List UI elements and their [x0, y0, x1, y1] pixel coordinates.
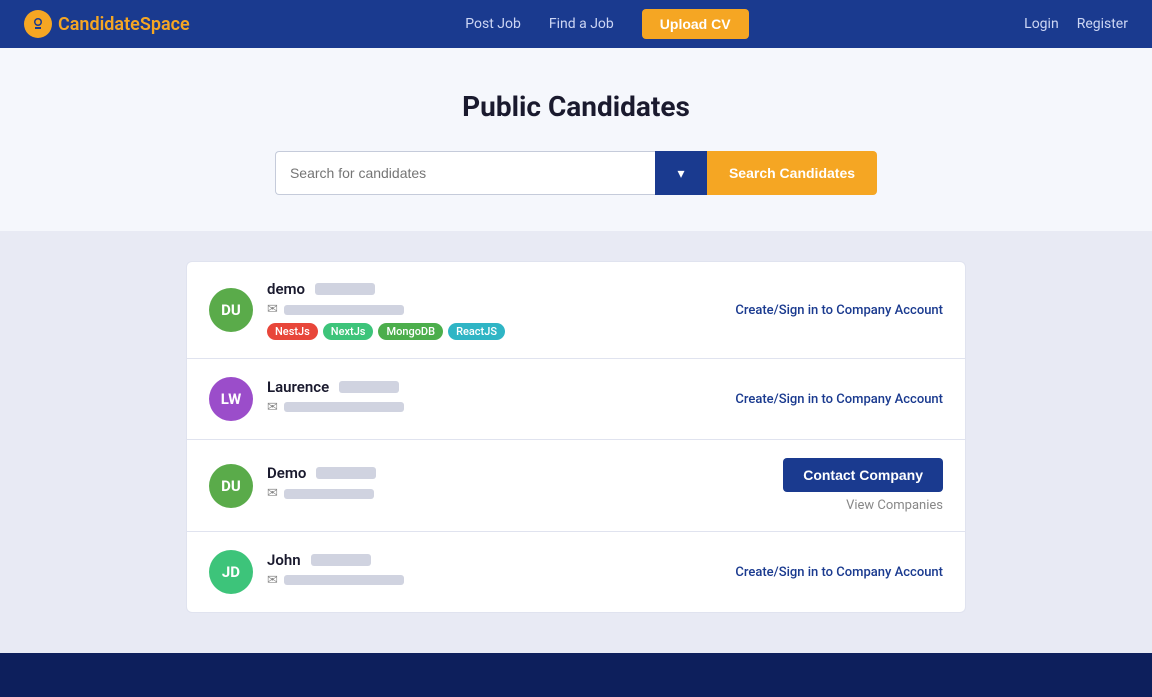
candidate-info-4: John ✉ [267, 551, 735, 594]
nav-register[interactable]: Register [1077, 16, 1128, 32]
candidate-info-2: Laurence ✉ [267, 378, 735, 421]
search-candidates-button[interactable]: Search Candidates [707, 151, 877, 195]
nav-login[interactable]: Login [1024, 16, 1059, 32]
tag-reactjs: ReactJS [448, 323, 505, 340]
sign-in-company-button-1[interactable]: Create/Sign in to Company Account [735, 303, 943, 318]
candidates-list: DU demo ✉ NestJs NextJs MongoDB ReactJS [186, 261, 966, 613]
filter-button[interactable]: ▾ [655, 151, 707, 195]
email-icon-1: ✉ [267, 302, 278, 317]
candidate-surname-2-blurred [339, 381, 399, 393]
hero-section: Public Candidates ▾ Search Candidates [0, 48, 1152, 231]
candidate-tags-1: NestJs NextJs MongoDB ReactJS [267, 323, 735, 340]
candidate-card-1: DU demo ✉ NestJs NextJs MongoDB ReactJS [186, 261, 966, 359]
candidate-name-1: demo [267, 280, 305, 298]
avatar-3: DU [209, 464, 253, 508]
candidate-surname-4-blurred [311, 554, 371, 566]
search-input[interactable] [275, 151, 655, 195]
candidate-card-4: JD John ✉ Create/Sign in to Company Acco… [186, 532, 966, 613]
candidate-action-1: Create/Sign in to Company Account [735, 303, 943, 318]
candidate-name-4: John [267, 551, 301, 569]
upload-cv-button[interactable]: Upload CV [642, 9, 749, 39]
filter-icon: ▾ [677, 165, 684, 182]
candidate-email-2-blurred [284, 402, 404, 412]
sign-in-company-button-4[interactable]: Create/Sign in to Company Account [735, 565, 943, 580]
avatar-4: JD [209, 550, 253, 594]
tag-nextjs: NextJs [323, 323, 374, 340]
navbar: CandidateSpace Post Job Find a Job Uploa… [0, 0, 1152, 48]
candidate-email-4-blurred [284, 575, 404, 585]
view-companies-link[interactable]: View Companies [846, 498, 943, 513]
page-title: Public Candidates [0, 90, 1152, 123]
tag-nestjs: NestJs [267, 323, 318, 340]
candidate-email-3-blurred [284, 489, 374, 499]
candidate-action-2: Create/Sign in to Company Account [735, 392, 943, 407]
avatar-1: DU [209, 288, 253, 332]
candidate-card-2: LW Laurence ✉ Create/Sign in to Company … [186, 359, 966, 440]
avatar-2: LW [209, 377, 253, 421]
candidate-surname-3-blurred [316, 467, 376, 479]
candidate-surname-1-blurred [315, 283, 375, 295]
candidate-card-3: DU Demo ✉ Contact Company View Companies [186, 440, 966, 532]
candidate-email-1-blurred [284, 305, 404, 315]
footer [0, 653, 1152, 697]
email-icon-4: ✉ [267, 573, 278, 588]
candidate-action-4: Create/Sign in to Company Account [735, 565, 943, 580]
candidate-info-3: Demo ✉ [267, 464, 783, 507]
brand-logo[interactable]: CandidateSpace [24, 10, 190, 38]
sign-in-company-button-2[interactable]: Create/Sign in to Company Account [735, 392, 943, 407]
email-icon-3: ✉ [267, 486, 278, 501]
nav-find-job[interactable]: Find a Job [549, 16, 614, 32]
nav-links: Post Job Find a Job Upload CV [465, 9, 748, 39]
search-bar: ▾ Search Candidates [0, 151, 1152, 195]
tag-mongodb: MongoDB [378, 323, 443, 340]
nav-auth: Login Register [1024, 16, 1128, 32]
candidate-name-3: Demo [267, 464, 306, 482]
nav-post-job[interactable]: Post Job [465, 16, 521, 32]
candidate-info-1: demo ✉ NestJs NextJs MongoDB ReactJS [267, 280, 735, 340]
contact-company-button[interactable]: Contact Company [783, 458, 943, 492]
candidate-action-3: Contact Company View Companies [783, 458, 943, 513]
email-icon-2: ✉ [267, 400, 278, 415]
logo-icon [24, 10, 52, 38]
candidates-section: DU demo ✉ NestJs NextJs MongoDB ReactJS [0, 231, 1152, 653]
candidate-name-2: Laurence [267, 378, 329, 396]
brand-name: CandidateSpace [58, 14, 190, 35]
